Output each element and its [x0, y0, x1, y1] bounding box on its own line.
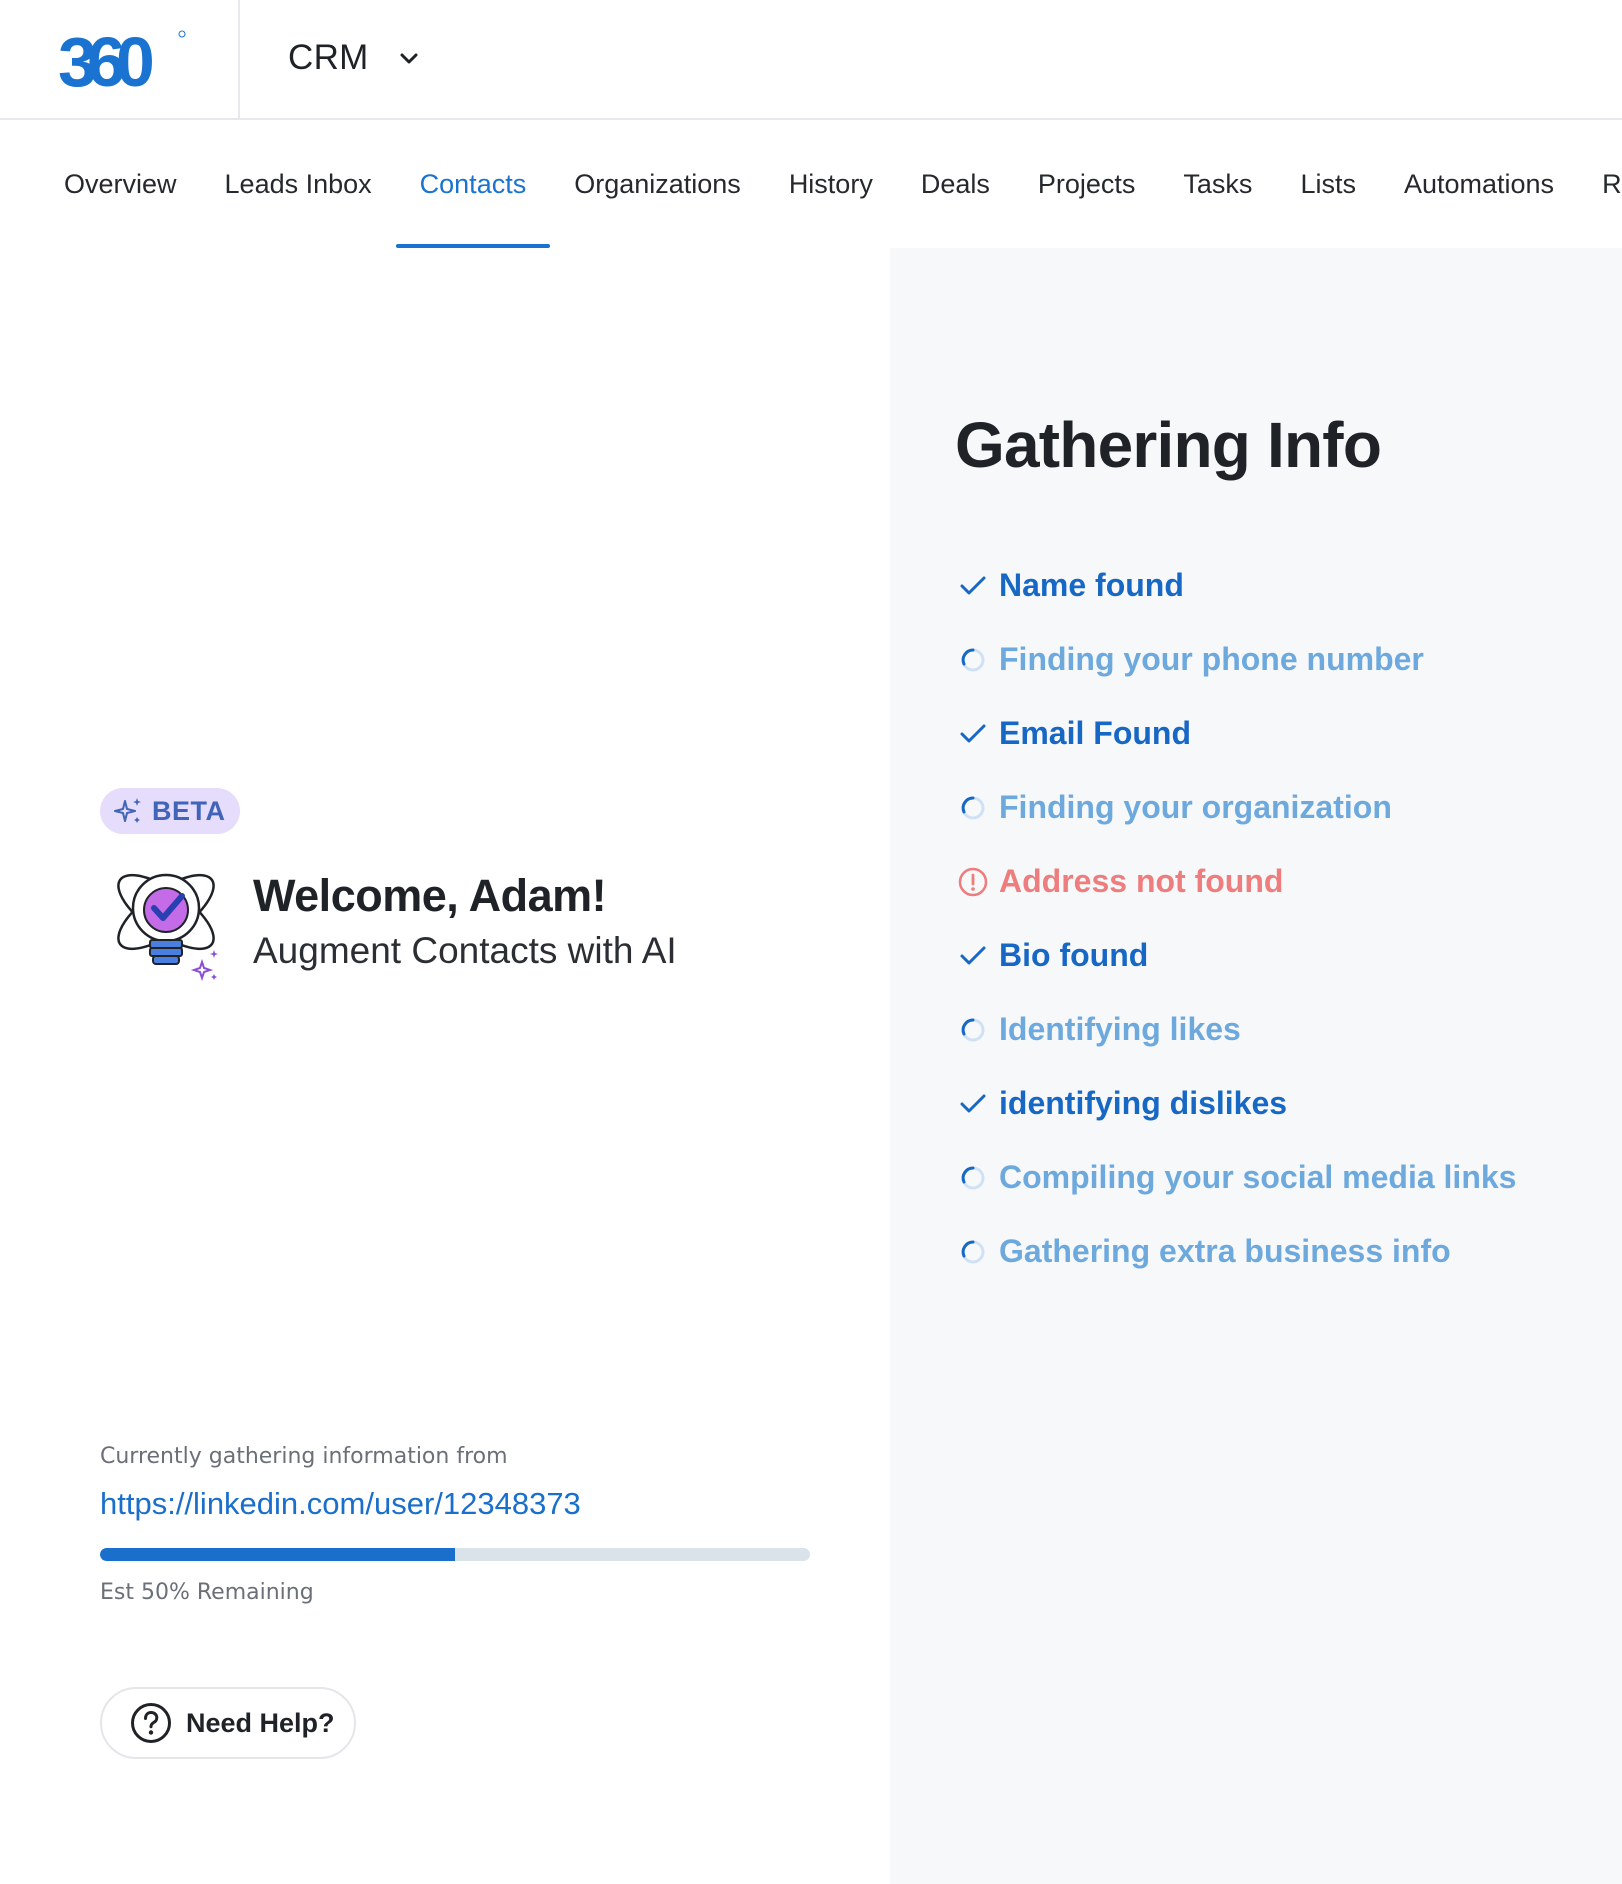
tab-tasks[interactable]: Tasks — [1159, 120, 1276, 248]
gathering-step: Finding your phone number — [955, 622, 1516, 696]
need-help-button[interactable]: Need Help? — [100, 1687, 356, 1759]
gathering-step-label: Finding your organization — [999, 788, 1392, 825]
progress-fill — [100, 1548, 455, 1561]
gathering-step-label: Finding your phone number — [999, 640, 1424, 677]
question-circle-icon — [131, 1703, 171, 1743]
gathering-step-label: identifying dislikes — [999, 1084, 1288, 1121]
beta-label: BETA — [152, 795, 226, 826]
gathering-step-label: Compiling your social media links — [999, 1158, 1517, 1195]
progress-bar — [100, 1548, 810, 1561]
chevron-down-icon — [400, 53, 418, 64]
source-url-link[interactable]: https://linkedin.com/user/12348373 — [100, 1486, 581, 1522]
gathering-step: Email Found — [955, 696, 1516, 770]
spinner-icon — [955, 789, 991, 825]
tab-organizations[interactable]: Organizations — [550, 120, 765, 248]
gathering-step-label: Identifying likes — [999, 1010, 1241, 1047]
gathering-info-title: Gathering Info — [955, 409, 1382, 481]
need-help-label: Need Help? — [186, 1707, 335, 1738]
welcome-subtitle: Augment Contacts with AI — [253, 930, 677, 971]
check-icon — [955, 567, 991, 603]
gathering-step: Bio found — [955, 918, 1516, 992]
check-icon — [955, 1085, 991, 1121]
ai-lightbulb-icon — [117, 873, 218, 982]
gathering-step: Identifying likes — [955, 992, 1516, 1066]
gathering-step: Gathering extra business info — [955, 1214, 1516, 1288]
remaining-text: Est 50% Remaining — [100, 1580, 314, 1605]
gathering-step-label: Email Found — [999, 714, 1191, 751]
spinner-icon — [955, 1011, 991, 1047]
gathering-step: Finding your organization — [955, 770, 1516, 844]
spinner-icon — [955, 1159, 991, 1195]
gathering-step: identifying dislikes — [955, 1066, 1516, 1140]
top-bar: 360 CRM — [0, 0, 1622, 120]
tab-lists[interactable]: Lists — [1276, 120, 1380, 248]
welcome-panel: BETA Welcome, Adam! Augment Contacts wit… — [0, 248, 890, 1884]
gathering-step-label: Gathering extra business info — [999, 1232, 1451, 1269]
spinner-icon — [955, 641, 991, 677]
app-switcher[interactable]: CRM — [288, 34, 421, 82]
beta-badge: BETA — [100, 788, 240, 834]
main-tabs: Overview Leads Inbox Contacts Organizations… — [0, 120, 1622, 248]
gathering-step: Name found — [955, 548, 1516, 622]
tab-history[interactable]: History — [765, 120, 897, 248]
sparkle-icon — [114, 798, 141, 823]
welcome-title: Welcome, Adam! — [253, 870, 607, 921]
gathering-info-panel: Gathering Info Name found Finding your ph… — [890, 248, 1622, 1884]
gathering-steps-list: Name found Finding your phone number Email… — [955, 548, 1516, 1288]
gathering-step-label: Name found — [999, 566, 1184, 603]
check-icon — [955, 937, 991, 973]
tab-projects[interactable]: Projects — [1014, 120, 1160, 248]
alert-circle-icon — [955, 863, 991, 899]
gathering-label: Currently gathering information from — [100, 1444, 508, 1469]
spinner-icon — [955, 1233, 991, 1269]
logo-360[interactable]: 360 — [58, 28, 186, 94]
logo-cell: 360 — [0, 0, 240, 118]
tab-deals[interactable]: Deals — [897, 120, 1014, 248]
gathering-step: Address not found — [955, 844, 1516, 918]
gathering-step: Compiling your social media links — [955, 1140, 1516, 1214]
svg-text:360: 360 — [58, 28, 153, 94]
app-name: CRM — [288, 38, 369, 77]
tab-contacts[interactable]: Contacts — [395, 120, 551, 248]
tab-re[interactable]: Re — [1578, 120, 1622, 248]
gathering-step-label: Bio found — [999, 936, 1149, 973]
tab-automations[interactable]: Automations — [1380, 120, 1578, 248]
tab-overview[interactable]: Overview — [40, 120, 201, 248]
gathering-step-label: Address not found — [999, 862, 1284, 899]
check-icon — [955, 715, 991, 751]
tab-leads-inbox[interactable]: Leads Inbox — [201, 120, 396, 248]
